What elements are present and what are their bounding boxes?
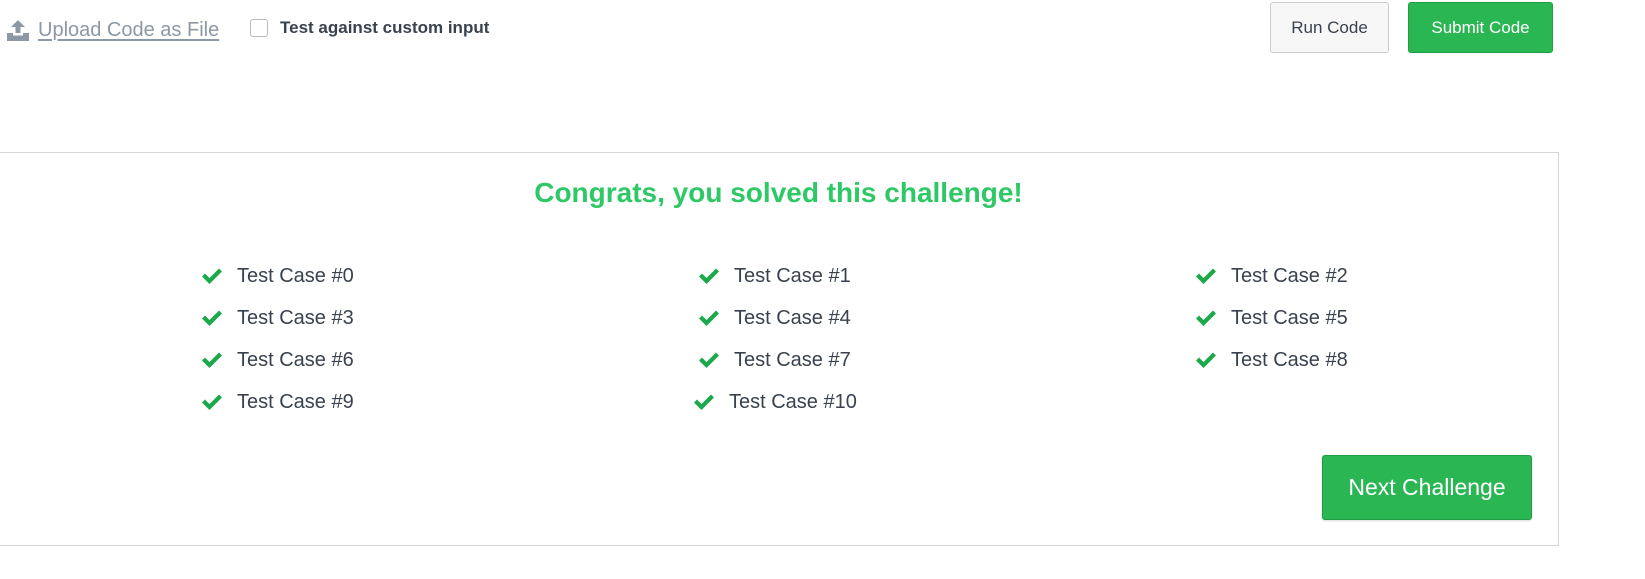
test-case-item[interactable]: Test Case #7: [698, 347, 851, 373]
test-case-item[interactable]: Test Case #4: [698, 305, 851, 331]
check-icon: [698, 267, 720, 285]
test-case-item[interactable]: Test Case #3: [201, 305, 354, 331]
test-case-label: Test Case #8: [1231, 348, 1348, 371]
test-case-item[interactable]: Test Case #1: [698, 263, 851, 289]
test-case-label: Test Case #9: [237, 390, 354, 413]
check-icon: [201, 393, 223, 411]
test-case-item[interactable]: Test Case #5: [1195, 305, 1348, 331]
editor-toolbar: Upload Code as File Test against custom …: [0, 0, 1645, 70]
check-icon: [201, 351, 223, 369]
test-case-item[interactable]: Test Case #6: [201, 347, 354, 373]
upload-code-link[interactable]: Upload Code as File: [6, 18, 219, 42]
test-case-label: Test Case #4: [734, 306, 851, 329]
test-case-item[interactable]: Test Case #0: [201, 263, 354, 289]
upload-code-label[interactable]: Upload Code as File: [38, 19, 219, 42]
test-case-label: Test Case #2: [1231, 264, 1348, 287]
test-case-item[interactable]: Test Case #10: [693, 389, 857, 415]
upload-icon: [6, 18, 30, 42]
custom-input-checkbox[interactable]: [250, 19, 268, 37]
run-code-button[interactable]: Run Code: [1270, 2, 1389, 53]
success-message: Congrats, you solved this challenge!: [534, 177, 1023, 208]
check-icon: [693, 393, 715, 411]
test-case-label: Test Case #0: [237, 264, 354, 287]
custom-input-toggle[interactable]: Test against custom input: [250, 18, 489, 38]
test-case-label: Test Case #5: [1231, 306, 1348, 329]
check-icon: [698, 309, 720, 327]
test-case-item[interactable]: Test Case #8: [1195, 347, 1348, 373]
check-icon: [1195, 351, 1217, 369]
test-case-label: Test Case #1: [734, 264, 851, 287]
next-challenge-button[interactable]: Next Challenge: [1322, 455, 1532, 520]
check-icon: [201, 267, 223, 285]
test-case-label: Test Case #6: [237, 348, 354, 371]
check-icon: [1195, 267, 1217, 285]
test-case-item[interactable]: Test Case #2: [1195, 263, 1348, 289]
check-icon: [698, 351, 720, 369]
result-panel: Congrats, you solved this challenge! Tes…: [0, 152, 1559, 546]
submit-code-button[interactable]: Submit Code: [1408, 2, 1553, 53]
test-case-label: Test Case #3: [237, 306, 354, 329]
test-case-label: Test Case #10: [729, 390, 857, 413]
test-case-label: Test Case #7: [734, 348, 851, 371]
test-case-item[interactable]: Test Case #9: [201, 389, 354, 415]
check-icon: [201, 309, 223, 327]
check-icon: [1195, 309, 1217, 327]
custom-input-label[interactable]: Test against custom input: [280, 18, 489, 38]
